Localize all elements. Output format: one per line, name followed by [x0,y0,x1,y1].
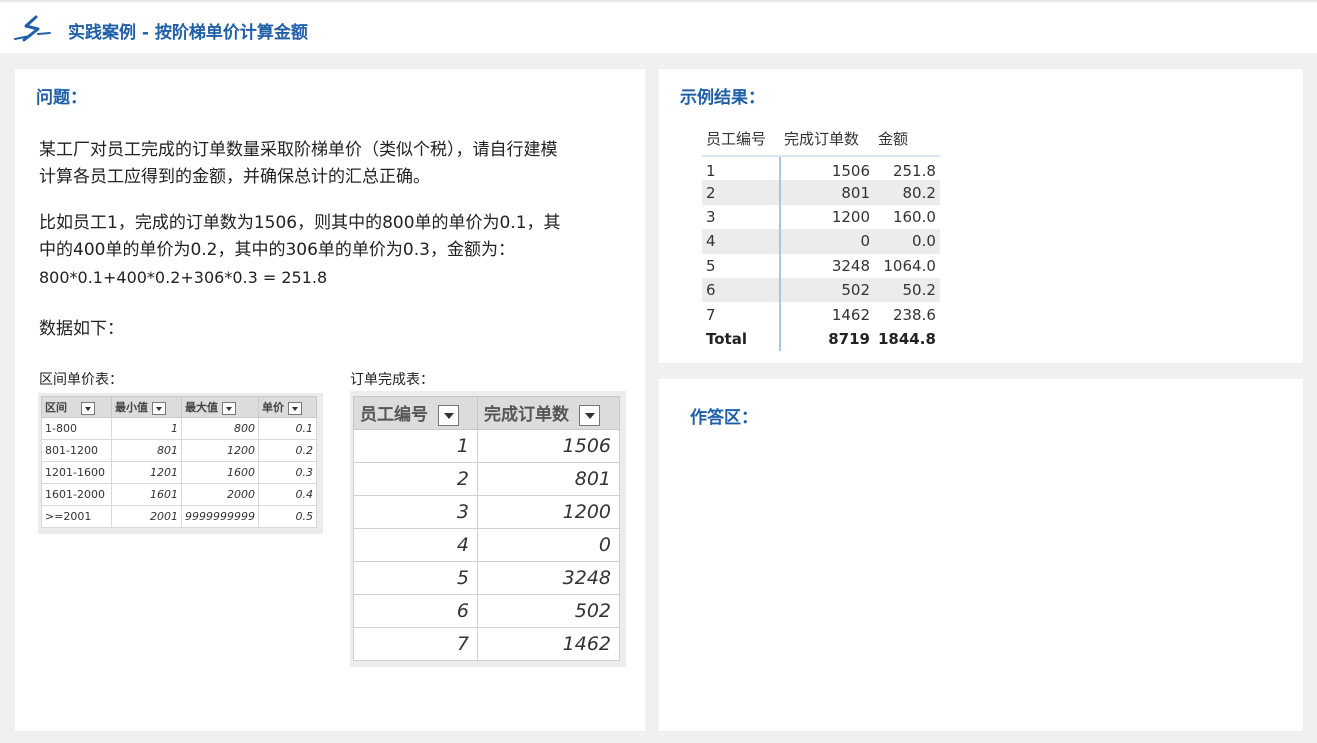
table-row: 3 1200 [353,495,620,529]
table-row: 1 1506 [353,429,620,463]
filter-dropdown-icon[interactable] [288,401,302,415]
table-row: 5 3248 [353,561,620,595]
filter-dropdown-icon[interactable] [152,401,166,415]
range-price-table: 区间 最小值 最大值 单价 1-800 1 800 0.1 801-1200 801 12… [38,393,323,534]
table-row: 1 1506 251.8 [702,156,940,181]
filter-dropdown-icon[interactable] [579,404,600,426]
table-row: 4 0 0.0 [702,229,940,254]
result-title: 示例结果： [680,88,765,108]
question-p2-line1: 比如员工1，完成的订单数为1506，则其中的800单的单价为0.1，其 [39,213,561,233]
page-title: 实践案例 - 按阶梯单价计算金额 [68,23,308,43]
table-row: 6 502 [353,594,620,628]
result-panel: 示例结果： 员工编号 完成订单数 金额 1 1506 251.8 2 801 80.2 … [659,69,1303,363]
filter-dropdown-icon[interactable] [438,404,459,426]
total-row: Total 8719 1844.8 [702,326,940,352]
answer-title: 作答区： [690,408,758,428]
table-row: 3 1200 160.0 [702,204,940,230]
result-col-amount[interactable]: 金额 [874,121,940,157]
question-panel: 问题： 某工厂对员工完成的订单数量采取阶梯单价（类似个税），请自行建模 计算各员… [15,69,645,731]
result-col-order-count[interactable]: 完成订单数 [780,121,874,157]
price-col-header[interactable]: 单价 [258,396,317,418]
table-row: 5 3248 1064.0 [702,253,940,278]
range-col-header[interactable]: 区间 [41,396,112,418]
table-row: 1-800 1 800 0.1 [41,417,317,440]
filter-dropdown-icon[interactable] [222,401,236,415]
app-header: 实践案例 - 按阶梯单价计算金额 [0,0,1317,53]
question-p2-line2: 中的400单的单价为0.2，其中的306单的单价为0.3，金额为： [39,240,515,260]
question-paragraph-1: 某工厂对员工完成的订单数量采取阶梯单价（类似个税），请自行建模 计算各员工应得到… [39,137,558,191]
table-row: 2 801 [353,462,620,496]
employee-id-col-header[interactable]: 员工编号 [353,396,478,430]
filter-dropdown-icon[interactable] [81,401,95,415]
max-col-header[interactable]: 最大值 [181,396,259,418]
orders-table-caption: 订单完成表： [350,372,434,388]
question-p1-line1: 某工厂对员工完成的订单数量采取阶梯单价（类似个税），请自行建模 [39,140,558,160]
table-row: 6 502 50.2 [702,277,940,303]
result-table: 员工编号 完成订单数 金额 1 1506 251.8 2 801 80.2 3 1200 1… [702,121,940,352]
min-col-header[interactable]: 最小值 [111,396,182,418]
question-paragraph-3: 数据如下： [39,319,124,339]
table-row: 7 1462 [353,627,620,661]
result-col-employee-id[interactable]: 员工编号 [702,121,780,157]
answer-panel[interactable]: 作答区： [659,379,1303,731]
table-row: 801-1200 801 1200 0.2 [41,439,317,462]
question-p1-line2: 计算各员工应得到的金额，并确保总计的汇总正确。 [39,167,430,187]
question-p2-line3: 800*0.1+400*0.2+306*0.3 = 251.8 [39,268,328,287]
range-table-caption: 区间单价表： [39,372,123,388]
logo-icon [14,15,51,42]
table-row: 2 801 80.2 [702,180,940,205]
table-row: 7 1462 238.6 [702,302,940,327]
question-paragraph-2: 比如员工1，完成的订单数为1506，则其中的800单的单价为0.1，其 中的40… [39,210,561,291]
table-row: >=2001 2001 9999999999 0.5 [41,505,317,528]
question-title: 问题： [36,88,87,108]
order-count-col-header[interactable]: 完成订单数 [477,396,620,430]
table-row: 1201-1600 1201 1600 0.3 [41,461,317,484]
table-row: 40 [353,528,620,562]
table-row: 1601-2000 1601 2000 0.4 [41,483,317,506]
orders-table: 员工编号 完成订单数 1 1506 2 801 3 1200 40 5 3248 6 50… [350,391,626,667]
